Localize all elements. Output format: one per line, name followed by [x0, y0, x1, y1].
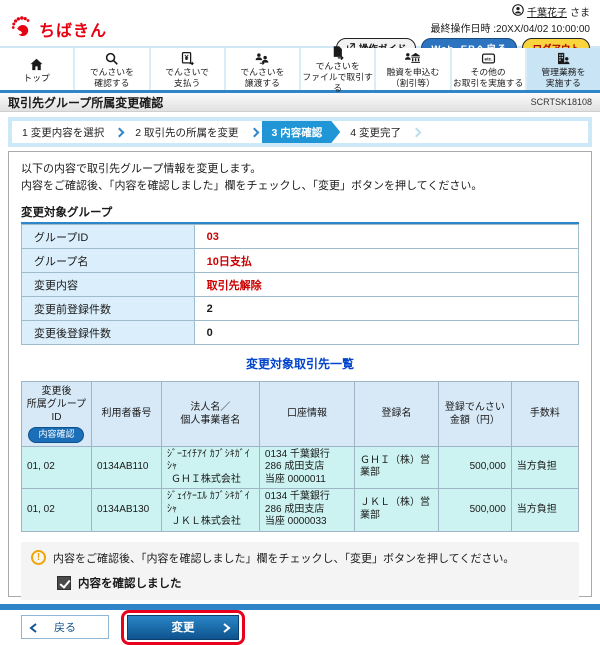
content-box: 以下の内容で取引先グループ情報を変更します。 内容をご確認後、「内容を確認しまし… — [8, 151, 592, 597]
group-name-value: 10日支払 — [194, 249, 578, 273]
admin-building-icon — [555, 50, 571, 66]
table-row: 01, 02 0134AB130 ｼﾞｪｲｹｰｴﾙ ｶﾌﾞｼｷｶﾞｲｼｬ ＪＫＬ… — [22, 489, 579, 532]
step-2: 2 取引先の所属を変更 — [125, 121, 248, 143]
row-fee: 当方負担 — [511, 446, 578, 489]
partner-list-table: 変更後 所属グループID 内容確認 利用者番号 法人名／ 個人事業者名 口座情報… — [21, 381, 579, 532]
row-group-ids: 01, 02 — [22, 489, 92, 532]
row-account-info: 0134 千葉銀行 286 成田支店 当座 0000011 — [259, 446, 354, 489]
table-row: グループ名 10日支払 — [22, 249, 579, 273]
page-title: 取引先グループ所属変更確認 — [8, 94, 163, 111]
user-icon — [512, 4, 524, 19]
row-user-number: 0134AB130 — [91, 489, 161, 532]
nav-densai-transfer[interactable]: でんさいを 譲渡する — [226, 48, 301, 90]
etc-icon: etc. — [481, 50, 496, 66]
row-fee: 当方負担 — [511, 489, 578, 532]
bank-logo-icon — [10, 15, 34, 42]
home-icon — [29, 56, 44, 72]
yen-document-icon — [180, 50, 195, 66]
user-name-link[interactable]: 千葉花子 — [527, 4, 567, 19]
group-id-value: 03 — [194, 225, 578, 249]
before-count-value: 2 — [194, 297, 578, 321]
nav-loan-apply[interactable]: 融資を申込む （割引等） — [376, 48, 451, 90]
step-1: 1 変更内容を選択 — [12, 121, 114, 143]
bank-logo-text: ちばきん — [39, 17, 107, 41]
partner-list-heading: 変更対象取引先一覧 — [21, 355, 579, 372]
row-group-ids: 01, 02 — [22, 446, 92, 489]
confirm-notice-text: 内容をご確認後、「内容を確認しました」欄をチェックし、「変更」ボタンを押してくだ… — [53, 550, 514, 566]
table-row: 01, 02 0134AB110 ｼﾞｰｴｲﾁｱｲ ｶﾌﾞｼｷｶﾞｲｼｬ ＧＨＩ… — [22, 446, 579, 489]
back-button[interactable]: 戻る — [21, 615, 109, 639]
bank-logo: ちばきん — [10, 11, 107, 46]
row-account-info: 0134 千葉銀行 286 成田支店 当座 0000033 — [259, 489, 354, 532]
step-chevron-icon — [249, 127, 259, 137]
svg-text:etc.: etc. — [484, 57, 492, 62]
row-amount: 500,000 — [439, 446, 512, 489]
bottom-accent-bar — [0, 604, 600, 610]
people-transfer-icon — [254, 50, 270, 66]
content-confirm-button[interactable]: 内容確認 — [28, 427, 84, 443]
user-suffix: さま — [570, 4, 590, 19]
intro-text: 以下の内容で取引先グループ情報を変更します。 内容をご確認後、「内容を確認しまし… — [21, 161, 579, 194]
table-row: 変更内容 取引先解除 — [22, 273, 579, 297]
nav-densai-pay[interactable]: でんさいで 支払う — [151, 48, 226, 90]
confirm-notice-box: ! 内容をご確認後、「内容を確認しました」欄をチェックし、「変更」ボタンを押して… — [21, 542, 579, 600]
warning-icon: ! — [31, 550, 46, 565]
table-row: 変更前登録件数 2 — [22, 297, 579, 321]
chevron-left-icon — [29, 623, 37, 633]
content-confirmed-checkbox[interactable] — [57, 576, 71, 590]
table-header-row: 変更後 所属グループID 内容確認 利用者番号 法人名／ 個人事業者名 口座情報… — [22, 382, 579, 447]
file-transfer-icon — [330, 45, 345, 60]
red-highlight-annotation: 変更 — [121, 610, 245, 645]
action-buttons: 戻る 変更 — [21, 610, 579, 645]
row-company-name: ｼﾞｰｴｲﾁｱｲ ｶﾌﾞｼｷｶﾞｲｼｬ ＧＨＩ株式会社 — [161, 446, 259, 489]
row-user-number: 0134AB110 — [91, 446, 161, 489]
step-chevron-icon — [412, 127, 422, 137]
change-type-value: 取引先解除 — [194, 273, 578, 297]
nav-densai-confirm[interactable]: でんさいを 確認する — [75, 48, 150, 90]
table-row: 変更後登録件数 0 — [22, 321, 579, 345]
top-header: ちばきん 千葉花子 さま 最終操作日時 :20XX/04/02 10:00:00… — [0, 0, 600, 46]
checkbox-label: 内容を確認しました — [78, 575, 182, 591]
row-amount: 500,000 — [439, 489, 512, 532]
main-nav: トップ でんさいを 確認する でんさいで 支払う でんさいを 譲渡する でんさい… — [0, 46, 600, 93]
table-row: グループID 03 — [22, 225, 579, 249]
row-registered-name: ＧＨＩ（株）営業部 — [355, 446, 439, 489]
nav-top[interactable]: トップ — [0, 48, 75, 90]
step-chevron-icon — [115, 127, 125, 137]
change-button[interactable]: 変更 — [127, 615, 239, 640]
after-count-value: 0 — [194, 321, 578, 345]
bank-loan-icon — [404, 50, 421, 66]
row-company-name: ｼﾞｪｲｹｰｴﾙ ｶﾌﾞｼｷｶﾞｲｼｬ ＪＫＬ株式会社 — [161, 489, 259, 532]
group-section-heading: 変更対象グループ — [21, 204, 579, 224]
last-operation-datetime: 最終操作日時 :20XX/04/02 10:00:00 — [336, 20, 590, 35]
row-registered-name: ＪＫＬ（株）営業部 — [355, 489, 439, 532]
chevron-right-icon — [223, 623, 231, 633]
step-4: 4 変更完了 — [340, 121, 411, 143]
title-bar: 取引先グループ所属変更確認 SCRTSK18108 — [0, 93, 600, 112]
nav-other-transactions[interactable]: etc. その他の お取引を実施する — [452, 48, 527, 90]
nav-admin-tasks[interactable]: 管理業務を 実施する — [527, 48, 600, 90]
step-indicator: 1 変更内容を選択 2 取引先の所属を変更 3 内容確認 4 変更完了 — [8, 117, 592, 147]
screen-id: SCRTSK18108 — [531, 97, 592, 107]
search-icon — [104, 50, 119, 66]
step-3-current: 3 内容確認 — [262, 121, 341, 143]
group-detail-table: グループID 03 グループ名 10日支払 変更内容 取引先解除 変更前登録件数… — [21, 224, 579, 345]
nav-densai-file[interactable]: でんさいを ファイルで取引する — [301, 48, 376, 90]
